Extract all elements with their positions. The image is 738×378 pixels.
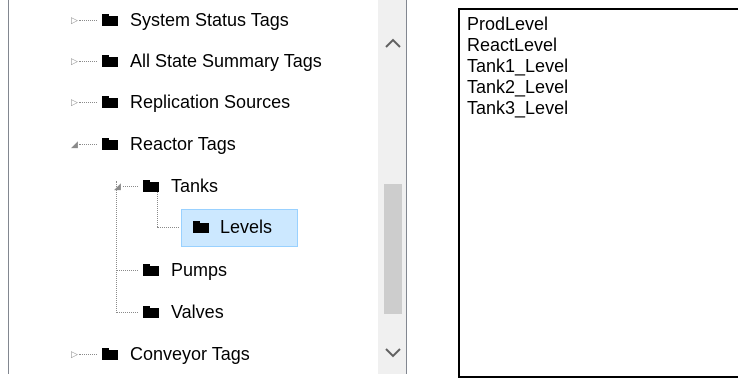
tree-item-tanks[interactable]: ◢ Tanks (9, 166, 378, 206)
tag-list-item[interactable]: ProdLevel (467, 14, 738, 35)
tree-item-label: Tanks (171, 176, 219, 196)
chevron-up-icon[interactable] (378, 28, 406, 58)
tree-item-label: Reactor Tags (130, 134, 236, 154)
tag-list-item[interactable]: ReactLevel (467, 35, 738, 56)
tree-item-replication-sources[interactable]: ▷ Replication Sources (9, 82, 378, 122)
tree-item-pumps[interactable]: Pumps (9, 250, 378, 290)
expand-arrow-icon[interactable]: ▷ (71, 95, 79, 109)
folder-icon (143, 264, 159, 276)
folder-icon (102, 348, 118, 360)
folder-icon (102, 14, 118, 26)
tree-item-label: Valves (171, 302, 224, 322)
expand-arrow-icon[interactable]: ▷ (71, 347, 79, 361)
folder-icon (102, 96, 118, 108)
tag-list[interactable]: ProdLevel ReactLevel Tank1_Level Tank2_L… (458, 8, 738, 378)
tree-item-levels[interactable]: Levels (9, 207, 378, 247)
tree-item-label: All State Summary Tags (130, 51, 322, 71)
tree-item-valves[interactable]: Valves (9, 292, 378, 332)
vertical-scrollbar[interactable] (378, 0, 406, 374)
tree-item-conveyor-tags[interactable]: ▷ Conveyor Tags (9, 334, 378, 374)
tree-item-label: Replication Sources (130, 92, 291, 112)
folder-icon (143, 180, 159, 192)
tree-item-reactor-tags[interactable]: ◢ Reactor Tags (9, 124, 378, 164)
collapse-arrow-icon[interactable]: ◢ (71, 137, 79, 151)
tag-list-item[interactable]: Tank3_Level (467, 98, 738, 119)
tag-tree[interactable]: ▷ System Status Tags ▷ All State Summary… (8, 0, 407, 374)
tree-item-label: Conveyor Tags (130, 344, 250, 364)
collapse-arrow-icon[interactable]: ◢ (114, 179, 122, 193)
expand-arrow-icon[interactable]: ▷ (71, 54, 79, 68)
expand-arrow-icon[interactable]: ▷ (71, 13, 79, 27)
tag-list-item[interactable]: Tank1_Level (467, 56, 738, 77)
folder-icon (102, 138, 118, 150)
folder-icon (102, 55, 118, 67)
scroll-thumb[interactable] (384, 184, 402, 314)
tag-list-item[interactable]: Tank2_Level (467, 77, 738, 98)
tree-item-all-state-summary-tags[interactable]: ▷ All State Summary Tags (9, 41, 378, 81)
tree-item-label: Pumps (171, 260, 228, 280)
chevron-down-icon[interactable] (378, 338, 406, 368)
folder-icon (193, 221, 209, 233)
tree-item-label: System Status Tags (130, 10, 289, 30)
tree-item-label: Levels (220, 217, 273, 237)
folder-icon (143, 306, 159, 318)
tree-item-system-status-tags[interactable]: ▷ System Status Tags (9, 0, 378, 40)
